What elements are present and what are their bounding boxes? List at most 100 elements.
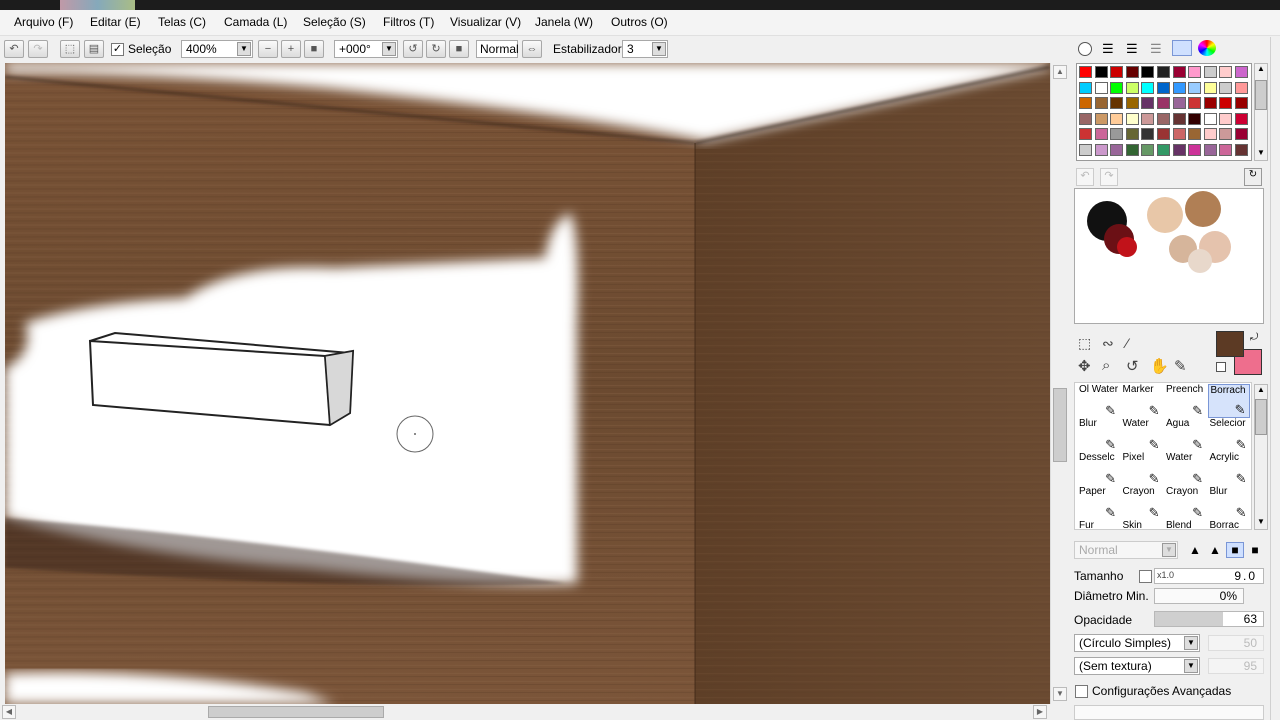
brush-tool[interactable]: Acrylic ✎ — [1208, 452, 1250, 486]
palette-scroll-thumb[interactable] — [1255, 80, 1267, 110]
color-swatch[interactable] — [1110, 128, 1124, 141]
color-swatch[interactable] — [1079, 97, 1092, 110]
size-checkbox[interactable] — [1139, 570, 1152, 583]
brush-tool[interactable]: Paper ✎ — [1077, 486, 1119, 520]
rotation-field[interactable]: +000° ▼ — [334, 40, 398, 58]
scroll-up-icon[interactable]: ▲ — [1255, 385, 1267, 397]
hand-icon[interactable]: ✋ — [1150, 357, 1169, 375]
color-swatch[interactable] — [1094, 112, 1108, 125]
scroll-down-icon[interactable]: ▼ — [1255, 148, 1267, 160]
chevron-down-icon[interactable]: ▼ — [382, 42, 396, 56]
color-swatch[interactable] — [1094, 81, 1108, 94]
color-swatch[interactable] — [1110, 81, 1124, 94]
menu-editar[interactable]: Editar (E) — [90, 15, 141, 29]
palette-scrollbar[interactable]: ▲ ▼ — [1254, 63, 1268, 161]
main-color-swatch[interactable] — [1216, 331, 1244, 357]
color-swatch[interactable] — [1079, 81, 1092, 94]
rgb-slider-icon[interactable]: ☰ — [1102, 41, 1114, 57]
scroll-up-icon[interactable]: ▲ — [1255, 64, 1267, 76]
color-swatch[interactable] — [1125, 128, 1139, 141]
color-swatch[interactable] — [1188, 66, 1202, 78]
color-swatch[interactable] — [1172, 128, 1186, 141]
color-swatch[interactable] — [1094, 128, 1108, 141]
color-swatch[interactable] — [1203, 66, 1217, 78]
color-swatch[interactable] — [1235, 97, 1248, 110]
color-swatch[interactable] — [1094, 66, 1108, 78]
invert-selection-icon[interactable]: ▤ — [84, 40, 104, 58]
color-swatch[interactable] — [1188, 128, 1202, 141]
color-swatch[interactable] — [1157, 66, 1170, 78]
color-swatch[interactable] — [1157, 97, 1170, 110]
transparent-color-icon[interactable] — [1216, 362, 1226, 372]
color-swatch[interactable] — [1203, 81, 1217, 94]
color-swatch[interactable] — [1110, 144, 1124, 156]
brush-tool[interactable]: Crayon ✎ — [1164, 486, 1206, 520]
undo-icon[interactable]: ↶ — [4, 40, 24, 58]
move-icon[interactable]: ✥ — [1078, 357, 1091, 375]
color-swatch[interactable] — [1141, 112, 1155, 125]
scratchpad-undo-icon[interactable]: ↶ — [1076, 168, 1094, 186]
color-swatch[interactable] — [1094, 144, 1108, 156]
color-swatch[interactable] — [1203, 128, 1217, 141]
menu-filtros[interactable]: Filtros (T) — [383, 15, 434, 29]
color-swatch[interactable] — [1235, 128, 1248, 141]
menu-telas[interactable]: Telas (C) — [158, 15, 206, 29]
scratchpad[interactable] — [1074, 188, 1264, 324]
edge-flat-icon[interactable]: ■ — [1246, 542, 1264, 558]
rotate-right-icon[interactable]: ↻ — [426, 40, 446, 58]
brush-tool[interactable]: Crayon ✎ — [1121, 486, 1163, 520]
zoom-icon[interactable]: ⌕ — [1102, 357, 1110, 374]
view-mode-field[interactable]: Normal — [476, 40, 519, 58]
rotate-icon[interactable]: ↺ — [1126, 357, 1139, 375]
color-swatch[interactable] — [1079, 66, 1092, 78]
color-swatch[interactable] — [1219, 128, 1233, 141]
zoom-in-icon[interactable]: + — [281, 40, 301, 58]
color-swatch[interactable] — [1125, 81, 1139, 94]
color-swatch[interactable] — [1125, 97, 1139, 110]
hsv-slider-icon[interactable]: ☰ — [1126, 41, 1138, 57]
scratchpad-redo-icon[interactable]: ↷ — [1100, 168, 1118, 186]
color-swatch[interactable] — [1219, 81, 1233, 94]
scroll-up-icon[interactable]: ▲ — [1053, 65, 1067, 79]
texture-strength-slider[interactable]: 95 — [1208, 658, 1264, 674]
color-swatch[interactable] — [1079, 144, 1092, 156]
scroll-down-icon[interactable]: ▼ — [1255, 517, 1267, 529]
brush-tool[interactable]: Pixel ✎ — [1121, 452, 1163, 486]
color-swatch[interactable] — [1157, 128, 1170, 141]
color-swatch[interactable] — [1141, 144, 1155, 156]
edge-medium-icon[interactable]: ▲ — [1206, 542, 1224, 558]
opacity-slider[interactable]: 63 — [1154, 611, 1264, 627]
rotate-left-icon[interactable]: ↺ — [403, 40, 423, 58]
brush-tool[interactable]: Borrac✎ — [1208, 520, 1250, 529]
color-swatch[interactable] — [1110, 97, 1124, 110]
color-swatch[interactable] — [1235, 81, 1248, 94]
menu-camada[interactable]: Camada (L) — [224, 15, 287, 29]
min-diameter-slider[interactable]: 0% — [1154, 588, 1244, 604]
color-swatch[interactable] — [1219, 144, 1233, 156]
color-swatch[interactable] — [1110, 112, 1124, 125]
menu-selecao[interactable]: Seleção (S) — [303, 15, 366, 29]
redo-icon[interactable]: ↷ — [28, 40, 48, 58]
edge-hard-icon[interactable]: ■ — [1226, 542, 1244, 558]
color-swatch[interactable] — [1079, 112, 1092, 125]
vertical-scrollbar[interactable]: ▲ ▼ — [1050, 63, 1068, 704]
color-swatch[interactable] — [1219, 112, 1233, 125]
rotate-reset-icon[interactable]: ■ — [449, 40, 469, 58]
menu-janela[interactable]: Janela (W) — [535, 15, 593, 29]
horizontal-scroll-thumb[interactable] — [208, 706, 384, 718]
rectangle-select-icon[interactable]: ⬚ — [1078, 335, 1091, 352]
color-swatches-icon[interactable] — [1172, 40, 1192, 56]
brush-tool[interactable]: Blur ✎ — [1077, 418, 1119, 452]
lasso-icon[interactable]: ∾ — [1102, 335, 1114, 352]
zoom-reset-icon[interactable]: ■ — [304, 40, 324, 58]
color-swatch[interactable] — [1203, 97, 1217, 110]
chevron-down-icon[interactable]: ▼ — [237, 42, 251, 56]
brush-tool[interactable]: Water ✎ — [1121, 418, 1163, 452]
brush-shape-select[interactable]: (Círculo Simples) ▼ — [1074, 634, 1200, 652]
eyedropper-icon[interactable]: ✎ — [1174, 357, 1187, 375]
color-swatch[interactable] — [1094, 97, 1108, 110]
color-swatch[interactable] — [1141, 97, 1155, 110]
vertical-scroll-thumb[interactable] — [1053, 388, 1067, 462]
size-slider[interactable]: x1.0 9.0 — [1154, 568, 1264, 584]
scroll-right-icon[interactable]: ▶ — [1033, 705, 1047, 719]
